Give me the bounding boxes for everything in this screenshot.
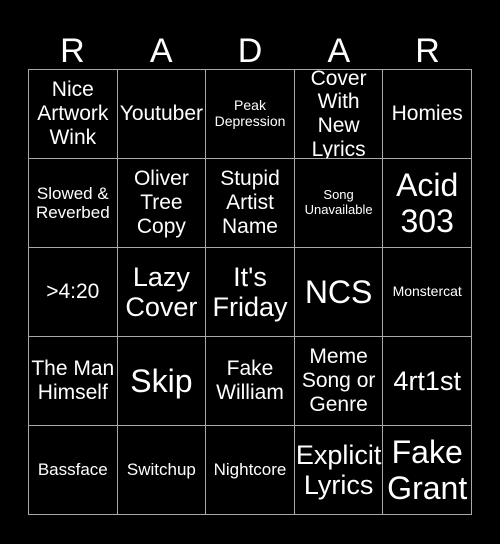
bingo-cell[interactable]: 4rt1st [383, 337, 471, 425]
bingo-cell[interactable]: Bassface [29, 426, 117, 514]
bingo-cell[interactable]: Oliver Tree Copy [117, 159, 206, 247]
bingo-cell[interactable]: Monstercat [383, 248, 471, 336]
bingo-cell[interactable]: Skip [117, 337, 206, 425]
header-letter-4: A [327, 32, 351, 70]
bingo-cell[interactable]: Homies [383, 70, 471, 158]
bingo-cell[interactable]: Cover With New Lyrics [294, 70, 383, 158]
bingo-cell[interactable]: NCS [294, 248, 383, 336]
bingo-cell[interactable]: It's Friday [206, 248, 294, 336]
bingo-cell[interactable]: Slowed & Reverbed [29, 159, 117, 247]
header-letter-3: D [237, 32, 263, 70]
bingo-cell[interactable]: Meme Song or Genre [294, 337, 383, 425]
bingo-cell[interactable]: Explicit Lyrics [294, 426, 383, 514]
bingo-cell[interactable]: Lazy Cover [117, 248, 206, 336]
bingo-card: R A D A R Nice Artwork Wink Youtuber Pea… [0, 0, 500, 544]
bingo-grid: Nice Artwork Wink Youtuber Peak Depressi… [28, 69, 472, 515]
bingo-cell[interactable]: Stupid Artist Name [206, 159, 294, 247]
bingo-cell[interactable]: >4:20 [29, 248, 117, 336]
bingo-cell[interactable]: Acid 303 [383, 159, 471, 247]
bingo-header: R A D A R [28, 22, 472, 68]
header-letter-2: A [149, 32, 173, 70]
bingo-cell[interactable]: Switchup [117, 426, 206, 514]
bingo-cell[interactable]: Nightcore [206, 426, 294, 514]
bingo-cell[interactable]: Peak Depression [206, 70, 294, 158]
bingo-cell[interactable]: Youtuber [117, 70, 206, 158]
bingo-cell[interactable]: The Man Himself [29, 337, 117, 425]
header-letter-1: R [60, 32, 85, 70]
header-letter-5: R [415, 32, 440, 70]
bingo-cell[interactable]: Nice Artwork Wink [29, 70, 117, 158]
bingo-cell[interactable]: Fake Grant [383, 426, 471, 514]
bingo-cell[interactable]: Fake William [206, 337, 294, 425]
bingo-cell[interactable]: Song Unavailable [294, 159, 383, 247]
